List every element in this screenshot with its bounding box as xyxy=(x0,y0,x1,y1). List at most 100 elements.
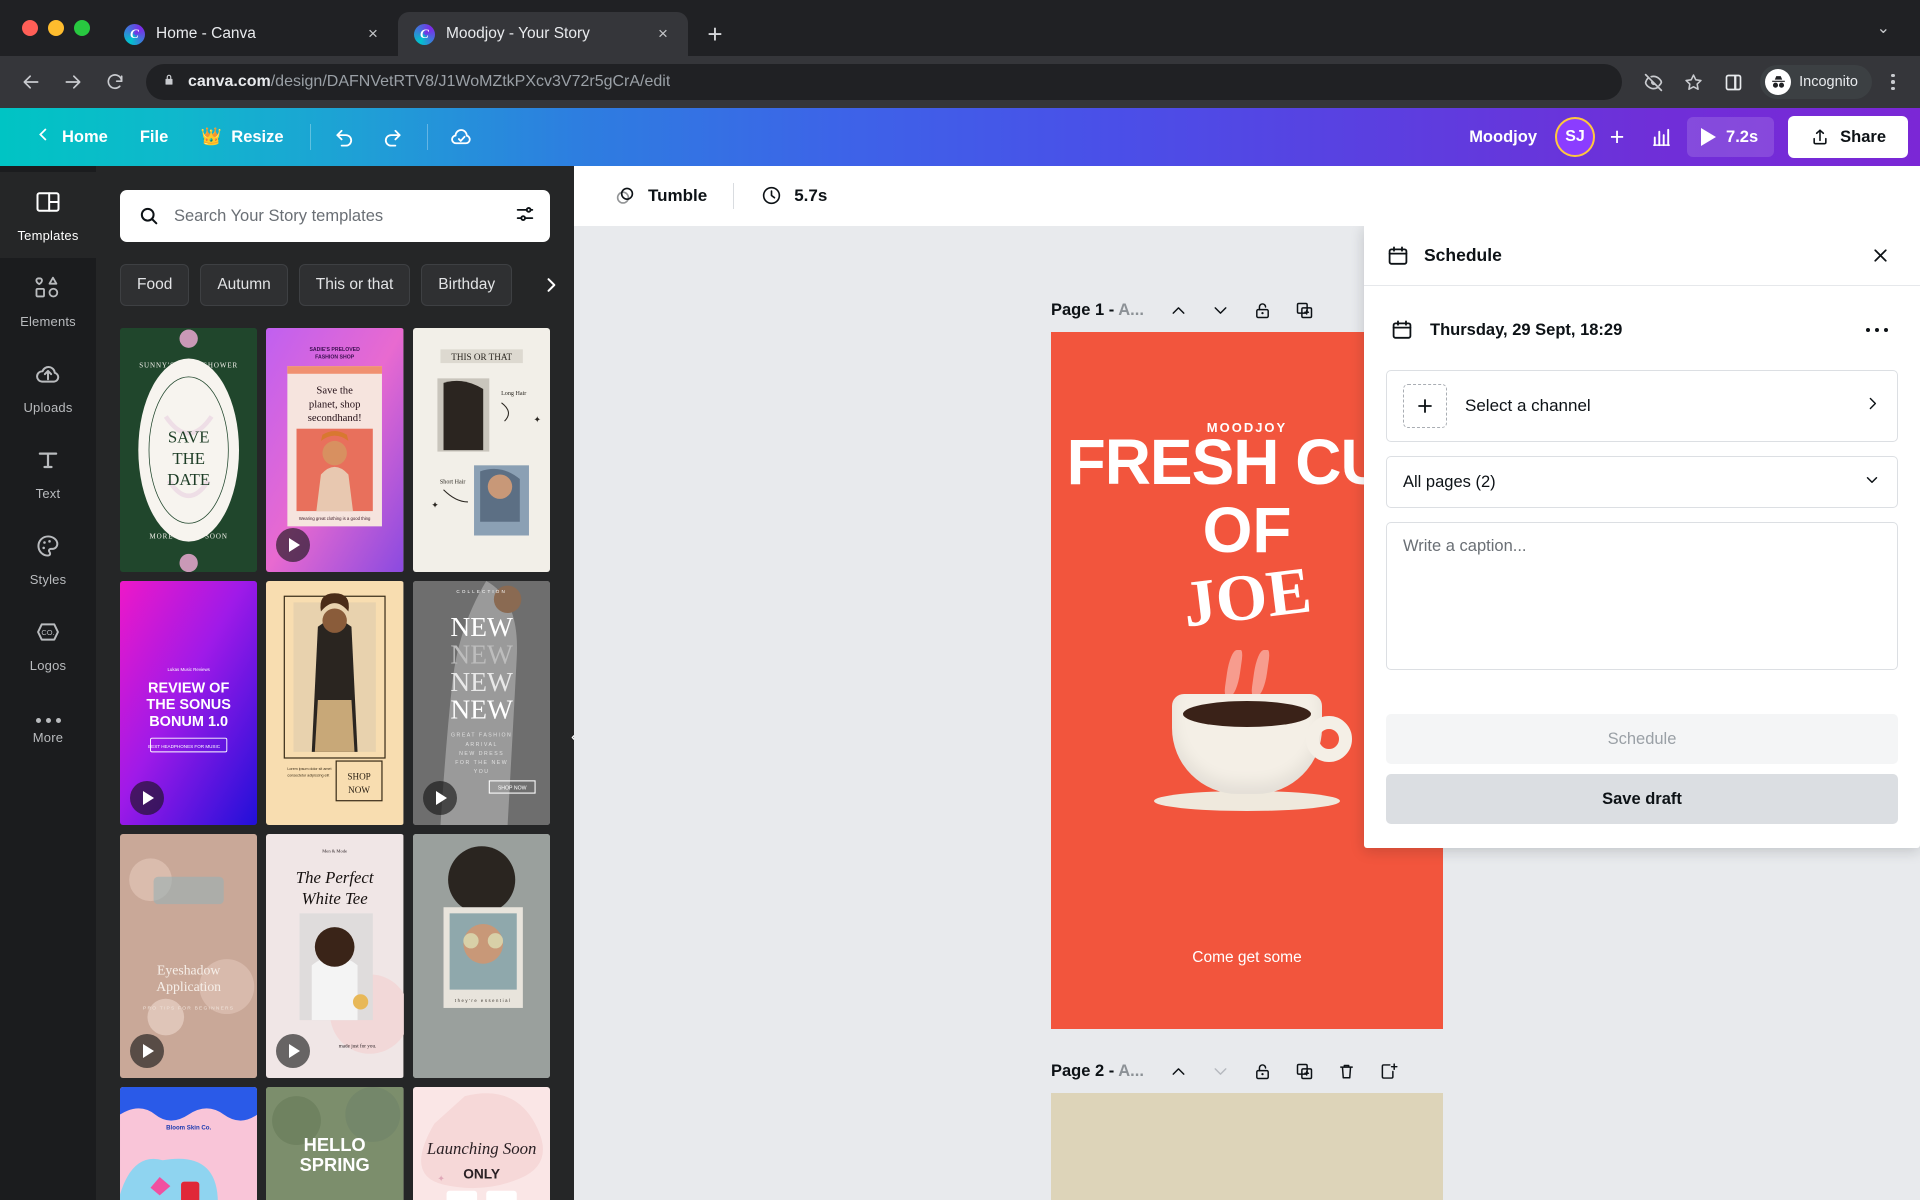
more-options-icon[interactable] xyxy=(1860,320,1895,341)
collapse-panel-handle[interactable] xyxy=(563,706,574,768)
browser-tab-home-canva[interactable]: C Home - Canva × xyxy=(108,12,398,56)
avatar[interactable]: SJ xyxy=(1555,117,1596,157)
close-window-button[interactable] xyxy=(22,20,38,36)
close-icon[interactable]: × xyxy=(362,23,384,45)
move-page-up-button[interactable] xyxy=(1158,291,1200,329)
address-bar[interactable]: canva.com/design/DAFNVetRTV8/J1WoMZtkPXc… xyxy=(146,64,1623,100)
move-page-down-button[interactable] xyxy=(1200,291,1242,329)
sidebar-item-more[interactable]: More xyxy=(0,688,96,774)
sidebar-item-logos[interactable]: CO. Logos xyxy=(0,602,96,688)
animate-button[interactable]: Tumble xyxy=(600,175,721,217)
svg-text:NOW: NOW xyxy=(348,785,370,795)
search-box[interactable] xyxy=(120,190,550,242)
duration-button[interactable]: 5.7s xyxy=(746,175,841,217)
template-thumbnail[interactable]: SADIE'S PRELOVED FASHION SHOP Save the p… xyxy=(266,328,404,573)
caption-textarea[interactable]: Write a caption... xyxy=(1386,522,1898,670)
svg-text:made just for you.: made just for you. xyxy=(339,1043,377,1050)
redo-button[interactable] xyxy=(371,117,415,157)
new-tab-button[interactable]: + xyxy=(698,17,732,51)
sidebar-item-templates[interactable]: Templates xyxy=(0,172,96,258)
move-page-up-button[interactable] xyxy=(1158,1052,1200,1090)
insights-chart-icon[interactable] xyxy=(1639,117,1683,157)
home-button[interactable]: Home xyxy=(20,117,122,157)
bookmark-star-icon[interactable] xyxy=(1674,63,1712,101)
search-input[interactable] xyxy=(174,206,500,226)
chevron-left-icon xyxy=(34,125,53,149)
chip-birthday[interactable]: Birthday xyxy=(421,264,513,306)
svg-text:SHOP: SHOP xyxy=(348,771,371,781)
reload-button[interactable] xyxy=(96,63,134,101)
template-thumbnail[interactable]: SHOP NOW Lorem ipsum dolor sit amet cons… xyxy=(266,581,404,826)
template-thumbnail[interactable]: HELLO SPRING xyxy=(266,1087,404,1200)
sidebar-item-label: Elements xyxy=(20,313,76,329)
move-page-down-button[interactable] xyxy=(1200,1052,1242,1090)
close-icon[interactable]: × xyxy=(652,23,674,45)
template-thumbnail[interactable]: SAVE THE DATE SUNNY'S BABY SHOWER MORE D… xyxy=(120,328,258,573)
pages-select-field[interactable]: All pages (2) xyxy=(1386,456,1898,508)
file-menu-button[interactable]: File xyxy=(126,117,182,157)
back-button[interactable] xyxy=(12,63,50,101)
eye-off-icon[interactable] xyxy=(1634,63,1672,101)
sidebar-item-text[interactable]: Text xyxy=(0,430,96,516)
side-panel-icon[interactable] xyxy=(1714,63,1752,101)
duplicate-page-button[interactable] xyxy=(1284,291,1326,329)
lock-page-button[interactable] xyxy=(1242,291,1284,329)
lock-page-button[interactable] xyxy=(1242,1052,1284,1090)
schedule-date-row[interactable]: Thursday, 29 Sept, 18:29 xyxy=(1386,304,1898,356)
canva-header: Home File 👑 Resize Moodjoy SJ + 7.2s Sha… xyxy=(0,108,1920,166)
canva-header-right: Moodjoy SJ + 7.2s Share xyxy=(1455,116,1908,158)
sidebar-item-styles[interactable]: Styles xyxy=(0,516,96,602)
cloud-saved-icon[interactable] xyxy=(440,117,484,157)
template-thumbnail[interactable]: COLLECTION NEW NEW NEW NEW GREAT FASHION… xyxy=(412,581,550,826)
maximize-window-button[interactable] xyxy=(74,20,90,36)
present-button[interactable]: 7.2s xyxy=(1687,117,1775,157)
template-thumbnail[interactable]: they're essential xyxy=(412,834,550,1079)
schedule-button[interactable]: Schedule xyxy=(1386,714,1898,764)
chip-food[interactable]: Food xyxy=(120,264,190,306)
browser-menu-icon[interactable] xyxy=(1878,73,1908,91)
page-2-design[interactable] xyxy=(1051,1093,1443,1200)
template-thumbnail[interactable]: Lukas Music Reviews REVIEW OF THE SONUS … xyxy=(120,581,258,826)
filter-settings-icon[interactable] xyxy=(514,203,536,230)
styles-icon xyxy=(34,532,62,565)
design-canvas[interactable]: Page 1 - A... MOODJOY FRESH CUP OF JOE C… xyxy=(574,226,1920,1200)
resize-label: Resize xyxy=(231,127,284,146)
context-toolbar: Tumble 5.7s xyxy=(574,166,1920,226)
template-thumbnail[interactable]: Eyeshadow Application PRO TIPS FOR BEGIN… xyxy=(120,834,258,1079)
svg-text:✦: ✦ xyxy=(533,415,541,425)
minimize-window-button[interactable] xyxy=(48,20,64,36)
sidebar-item-elements[interactable]: Elements xyxy=(0,258,96,344)
browser-tab-moodjoy-your-story[interactable]: C Moodjoy - Your Story × xyxy=(398,12,688,56)
add-page-button[interactable] xyxy=(1368,1052,1410,1090)
workspace: Templates Elements Uploads Text Styles C… xyxy=(0,166,1920,1200)
template-thumbnail[interactable]: Men & Mode The Perfect White Tee made ju… xyxy=(266,834,404,1079)
chips-next-button[interactable] xyxy=(534,264,568,306)
sidebar-item-label: Templates xyxy=(17,227,79,243)
select-channel-field[interactable]: Select a channel xyxy=(1386,370,1898,442)
template-thumbnail[interactable]: THIS OR THAT Long Hair ✦ Short Hair ✦ xyxy=(412,328,550,573)
undo-button[interactable] xyxy=(323,117,367,157)
template-thumbnail[interactable]: Launching Soon ONLY 0 3 ✦ xyxy=(412,1087,550,1200)
browser-tabstrip: C Home - Canva × C Moodjoy - Your Story … xyxy=(0,0,1920,56)
svg-text:BEST HEADPHONES FOR MUSIC: BEST HEADPHONES FOR MUSIC xyxy=(148,744,221,749)
resize-button[interactable]: 👑 Resize xyxy=(186,117,297,157)
share-button[interactable]: Share xyxy=(1788,116,1908,158)
incognito-profile-button[interactable]: Incognito xyxy=(1760,65,1872,99)
chip-this-or-that[interactable]: This or that xyxy=(298,264,411,306)
play-icon xyxy=(422,781,457,816)
svg-text:MORE DEETS SOON: MORE DEETS SOON xyxy=(150,533,228,541)
sidebar-item-uploads[interactable]: Uploads xyxy=(0,344,96,430)
duplicate-page-button[interactable] xyxy=(1284,1052,1326,1090)
chip-autumn[interactable]: Autumn xyxy=(200,264,288,306)
svg-text:Long Hair: Long Hair xyxy=(501,391,526,397)
save-draft-button[interactable]: Save draft xyxy=(1386,774,1898,824)
templates-icon xyxy=(34,188,62,221)
delete-page-button[interactable] xyxy=(1326,1052,1368,1090)
file-label: File xyxy=(139,127,169,146)
more-icon xyxy=(35,717,61,723)
chevron-down-icon[interactable]: ⌄ xyxy=(1863,18,1904,38)
close-icon[interactable] xyxy=(1862,238,1898,274)
forward-button[interactable] xyxy=(54,63,92,101)
add-collaborator-button[interactable]: + xyxy=(1599,117,1635,157)
template-thumbnail[interactable]: Bloom Skin Co. xyxy=(120,1087,258,1200)
